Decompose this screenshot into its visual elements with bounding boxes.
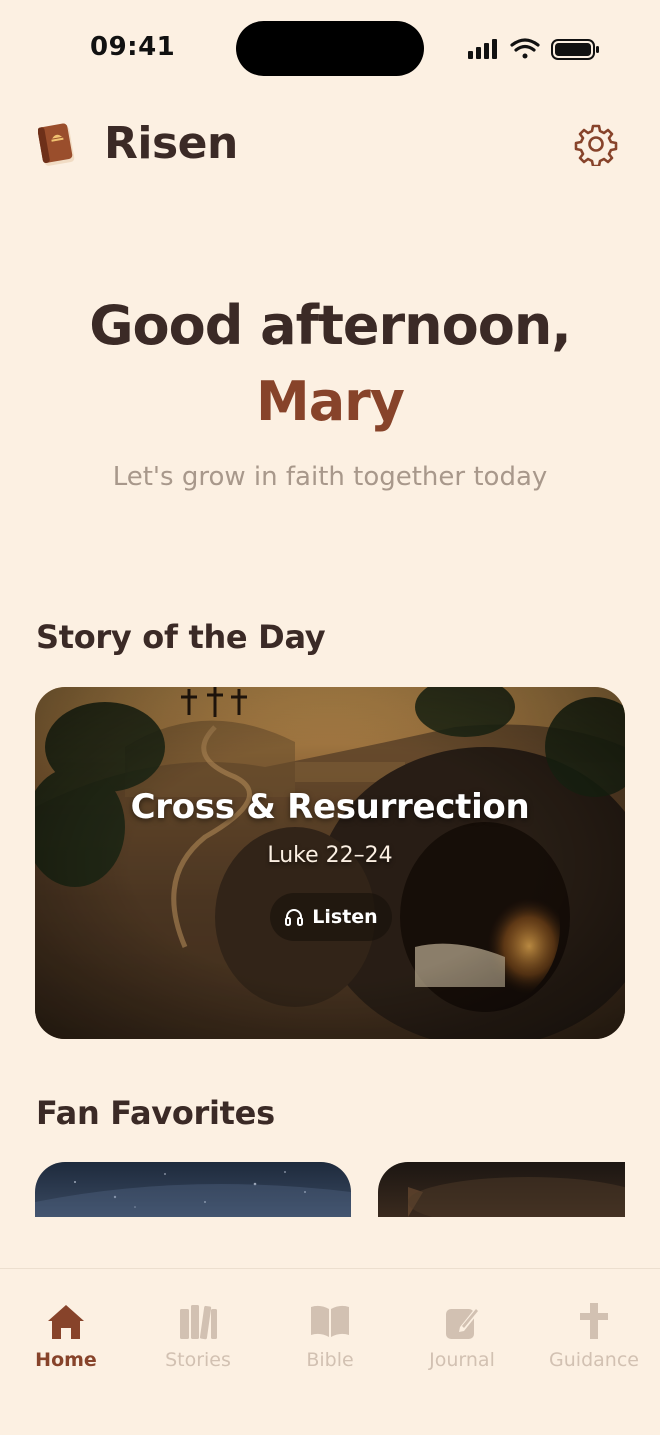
favorite-card[interactable] xyxy=(378,1162,625,1217)
greeting-text: Good afternoon, xyxy=(89,294,572,357)
cross-icon xyxy=(580,1303,608,1339)
user-name: Mary xyxy=(255,370,405,433)
app-header: Risen xyxy=(0,110,660,180)
story-of-the-day-heading: Story of the Day xyxy=(36,618,326,656)
tab-stories[interactable]: Stories xyxy=(138,1299,258,1371)
status-bar: 09:41 xyxy=(0,0,660,96)
headphones-icon xyxy=(285,909,304,926)
status-time: 09:41 xyxy=(90,32,176,62)
tab-journal-label: Journal xyxy=(429,1349,495,1371)
bottom-tab-bar: Home Stories Bible Journal Guidance xyxy=(0,1268,660,1435)
status-icons xyxy=(468,38,599,60)
tab-bible[interactable]: Bible xyxy=(270,1299,390,1371)
favorite-card[interactable] xyxy=(35,1162,351,1217)
tab-bible-label: Bible xyxy=(306,1349,354,1371)
listen-label: Listen xyxy=(312,906,378,928)
wifi-icon xyxy=(510,38,540,59)
books-icon xyxy=(180,1305,217,1340)
bible-logo-icon xyxy=(38,123,75,166)
listen-button[interactable]: Listen xyxy=(270,893,392,941)
favorite-card-image xyxy=(408,1177,625,1217)
tab-home-label: Home xyxy=(35,1349,97,1371)
battery-icon xyxy=(551,39,599,60)
open-book-icon xyxy=(311,1305,349,1337)
home-icon xyxy=(48,1305,84,1339)
story-reference: Luke 22–24 xyxy=(267,843,393,868)
fan-favorites-heading: Fan Favorites xyxy=(36,1094,275,1132)
tab-stories-label: Stories xyxy=(165,1349,231,1371)
story-of-the-day-card[interactable]: Cross & Resurrection Luke 22–24 Listen xyxy=(35,687,625,1039)
journal-edit-icon xyxy=(446,1307,480,1339)
dynamic-island xyxy=(236,21,424,76)
settings-gear-icon[interactable] xyxy=(574,122,618,166)
story-title: Cross & Resurrection xyxy=(130,787,530,827)
greeting-subtitle: Let's grow in faith together today xyxy=(112,462,548,492)
app-title: Risen xyxy=(104,118,238,169)
favorite-card-image xyxy=(35,1171,351,1217)
tab-guidance-label: Guidance xyxy=(549,1349,639,1371)
tab-journal[interactable]: Journal xyxy=(402,1299,522,1371)
greeting-block: Good afternoon, Mary Let's grow in faith… xyxy=(0,290,660,492)
signal-icon xyxy=(468,39,497,59)
tab-guidance[interactable]: Guidance xyxy=(534,1299,654,1371)
tab-home[interactable]: Home xyxy=(6,1299,126,1371)
